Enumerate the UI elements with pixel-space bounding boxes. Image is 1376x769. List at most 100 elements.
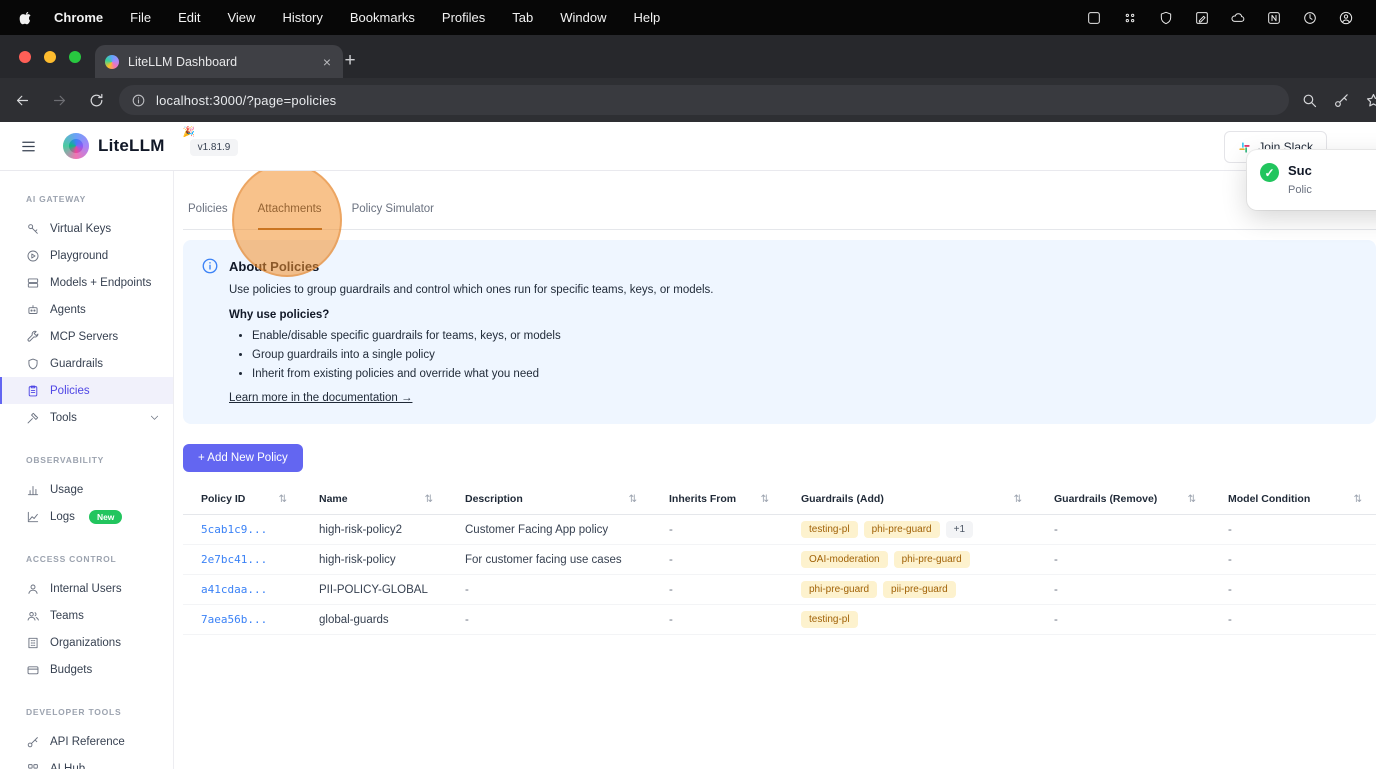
maximize-window-button[interactable] bbox=[69, 51, 81, 63]
menu-edit[interactable]: Edit bbox=[178, 10, 200, 25]
policy-description: For customer facing use cases bbox=[465, 553, 622, 566]
sidebar-item-policies[interactable]: Policies bbox=[0, 377, 173, 404]
tab-policy-simulator[interactable]: Policy Simulator bbox=[352, 203, 434, 229]
menu-history[interactable]: History bbox=[282, 10, 322, 25]
sidebar-item-agents[interactable]: Agents bbox=[0, 296, 173, 323]
forward-button[interactable] bbox=[44, 85, 74, 115]
sidebar-item-usage[interactable]: Usage bbox=[0, 476, 173, 503]
sort-icon[interactable]: ⇅ bbox=[425, 494, 433, 505]
sidebar-item-label: Tools bbox=[50, 411, 77, 424]
sidebar-item-budgets[interactable]: Budgets bbox=[0, 656, 173, 683]
sidebar-section-label: DEVELOPER TOOLS bbox=[26, 707, 122, 717]
sidebar-section-label: ACCESS CONTROL bbox=[26, 554, 117, 564]
guardrail-chip: pii-pre-guard bbox=[883, 581, 956, 598]
models-icon bbox=[27, 277, 39, 288]
column-header-inherits-from[interactable]: Inherits From ⇅ bbox=[651, 493, 783, 505]
column-header-name[interactable]: Name ⇅ bbox=[301, 493, 447, 505]
close-window-button[interactable] bbox=[19, 51, 31, 63]
new-tab-button[interactable]: + bbox=[336, 47, 364, 75]
column-header-policy-id[interactable]: Policy ID ⇅ bbox=[183, 493, 301, 505]
menu-bookmarks[interactable]: Bookmarks bbox=[350, 10, 415, 25]
sidebar-item-guardrails[interactable]: Guardrails bbox=[0, 350, 173, 377]
table-head: Policy ID ⇅ Name ⇅ Description ⇅ Inherits From… bbox=[183, 486, 1376, 515]
menubar-widget-grid[interactable] bbox=[1122, 10, 1138, 26]
browser-tab[interactable]: LiteLLM Dashboard × bbox=[95, 45, 343, 78]
minimize-window-button[interactable] bbox=[44, 51, 56, 63]
documentation-link[interactable]: Learn more in the documentation → bbox=[229, 392, 412, 404]
user-circle-icon bbox=[1339, 11, 1353, 24]
policy-description: Customer Facing App policy bbox=[465, 523, 609, 536]
column-header-description[interactable]: Description ⇅ bbox=[447, 493, 651, 505]
menu-tab[interactable]: Tab bbox=[512, 10, 533, 25]
menu-profiles[interactable]: Profiles bbox=[442, 10, 485, 25]
menubar-screen-square[interactable] bbox=[1086, 10, 1102, 26]
sidebar-item-label: Virtual Keys bbox=[50, 222, 112, 235]
search-icon[interactable] bbox=[1301, 92, 1318, 109]
site-info-icon[interactable] bbox=[131, 93, 146, 108]
sort-icon[interactable]: ⇅ bbox=[1188, 494, 1196, 505]
menubar-cloud[interactable] bbox=[1230, 10, 1246, 26]
inherits-from: - bbox=[669, 613, 673, 626]
sidebar-item-organizations[interactable]: Organizations bbox=[0, 629, 173, 656]
menubar-notion-n[interactable] bbox=[1266, 10, 1282, 26]
policy-id-link[interactable]: 7aea56b... bbox=[201, 613, 267, 626]
active-app-name[interactable]: Chrome bbox=[54, 10, 103, 25]
sort-icon[interactable]: ⇅ bbox=[1014, 494, 1022, 505]
sidebar-item-virtual-keys[interactable]: Virtual Keys bbox=[0, 215, 173, 242]
sidebar-item-playground[interactable]: Playground bbox=[0, 242, 173, 269]
menu-window[interactable]: Window bbox=[560, 10, 606, 25]
sidebar-item-api-reference[interactable]: API Reference bbox=[0, 728, 173, 755]
policy-id-link[interactable]: 5cab1c9... bbox=[201, 523, 267, 536]
add-new-policy-button[interactable]: + Add New Policy bbox=[183, 444, 303, 472]
menubar-shield[interactable] bbox=[1158, 10, 1174, 26]
menu-file[interactable]: File bbox=[130, 10, 151, 25]
menu-help[interactable]: Help bbox=[634, 10, 661, 25]
macos-menubar: Chrome File Edit View History Bookmarks Profi… bbox=[0, 0, 1376, 35]
tab-attachments[interactable]: Attachments bbox=[257, 203, 322, 230]
column-header-guardrails-remove[interactable]: Guardrails (Remove) ⇅ bbox=[1036, 493, 1210, 505]
sidebar-item-mcp-servers[interactable]: MCP Servers bbox=[0, 323, 173, 350]
back-button[interactable] bbox=[7, 85, 37, 115]
sidebar-item-label: Organizations bbox=[50, 636, 121, 649]
sort-icon[interactable]: ⇅ bbox=[279, 494, 287, 505]
sidebar-section-label: OBSERVABILITY bbox=[26, 455, 105, 465]
chevron-down-icon[interactable] bbox=[149, 412, 160, 423]
new-badge: New bbox=[88, 509, 123, 524]
guardrail-chip: testing-pl bbox=[801, 611, 858, 628]
policy-description: - bbox=[465, 613, 469, 626]
sidebar-item-ai-hub[interactable]: AI Hub bbox=[0, 755, 173, 769]
guardrails-add: phi-pre-guard pii-pre-guard bbox=[783, 581, 1036, 598]
menubar-note-edit[interactable] bbox=[1194, 10, 1210, 26]
about-bullet: Enable/disable specific guardrails for t… bbox=[252, 330, 1356, 342]
column-header-model-condition[interactable]: Model Condition ⇅ bbox=[1210, 493, 1376, 505]
menubar-user-circle[interactable] bbox=[1338, 10, 1354, 26]
sort-icon[interactable]: ⇅ bbox=[1354, 494, 1362, 505]
sidebar-item-models-endpoints[interactable]: Models + Endpoints bbox=[0, 269, 173, 296]
sidebar-item-tools[interactable]: Tools bbox=[0, 404, 173, 431]
sort-icon[interactable]: ⇅ bbox=[761, 494, 769, 505]
inherits-from: - bbox=[669, 553, 673, 566]
policy-name: global-guards bbox=[319, 613, 389, 626]
sidebar-toggle-icon[interactable] bbox=[20, 138, 37, 155]
about-bullet: Group guardrails into a single policy bbox=[252, 349, 1356, 361]
policy-id-link[interactable]: a41cdaa... bbox=[201, 583, 267, 596]
bookmark-star-icon[interactable] bbox=[1365, 92, 1376, 109]
bar-chart-icon bbox=[27, 485, 39, 495]
why-title: Why use policies? bbox=[229, 309, 330, 321]
tab-close-icon[interactable]: × bbox=[321, 54, 333, 70]
sidebar-item-logs[interactable]: Logs New bbox=[0, 503, 173, 530]
sidebar-item-internal-users[interactable]: Internal Users bbox=[0, 575, 173, 602]
column-header-guardrails-add[interactable]: Guardrails (Add) ⇅ bbox=[783, 493, 1036, 505]
menubar-clock[interactable] bbox=[1302, 10, 1318, 26]
apple-logo-icon[interactable] bbox=[19, 10, 33, 26]
reload-button[interactable] bbox=[81, 85, 111, 115]
password-key-icon[interactable] bbox=[1333, 92, 1350, 109]
sort-icon[interactable]: ⇅ bbox=[629, 494, 637, 505]
address-bar[interactable]: localhost:3000/?page=policies bbox=[119, 85, 1289, 115]
sidebar-item-teams[interactable]: Teams bbox=[0, 602, 173, 629]
guardrail-chip: phi-pre-guard bbox=[863, 521, 940, 538]
policy-id-link[interactable]: 2e7bc41... bbox=[201, 553, 267, 566]
table-body: 5cab1c9... high-risk-policy2 Customer Faci… bbox=[183, 515, 1376, 635]
tab-policies[interactable]: Policies bbox=[188, 203, 228, 229]
menu-view[interactable]: View bbox=[227, 10, 255, 25]
